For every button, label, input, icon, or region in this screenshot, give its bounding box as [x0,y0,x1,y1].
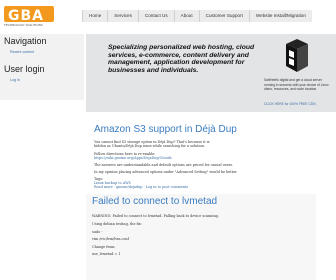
post-text: The answers are understandable and defau… [94,163,234,167]
linode-cube-icon [286,39,308,72]
hero-headline: Specializing personalized web hosting, c… [108,44,255,74]
logo-text: GBA [8,8,44,24]
login-block: User login Log in [0,60,84,100]
nav-home[interactable]: Home [82,10,108,22]
post-text: hidden as Ubuntu/Déjà Dup issue while se… [94,144,205,148]
recent-content-link[interactable]: Recent content [10,50,34,54]
post-text: WARNING: Failed to connect to lvmetad. F… [92,214,219,218]
post-footer-links[interactable]: Read more · gnome/dejadup · Log in to po… [94,185,188,189]
hero-banner: Specializing personalized web hosting, c… [86,34,336,112]
post-text: Using debian testing, the fix: [92,222,142,226]
post-text: In my opinion placing advanced options u… [94,170,238,174]
sidebar: Navigation Recent content User login Log… [0,34,84,280]
post-card: Failed to connect to lvmetad WARNING: Fa… [86,194,316,280]
logo-tagline: TECHNOLOGY SOLUTIONS [4,23,43,27]
post-text: Change from: [92,245,116,249]
nav-about[interactable]: About [173,10,199,22]
post-text: use_lvmetad = 1 [92,252,121,256]
top-bar: GBA TECHNOLOGY SOLUTIONS Home Services C… [0,0,336,32]
login-link[interactable]: Log in [10,78,20,82]
post-title[interactable]: Amazon S3 support in Déjà Dup [94,124,237,135]
free-cdn-link[interactable]: CLICK HERE for 100% FREE CDN [264,102,316,106]
post-text: vim /etc/lvm/lvm.conf [92,237,129,241]
main-nav: Home Services Contact Us About Customer … [82,10,312,22]
site-logo[interactable]: GBA TECHNOLOGY SOLUTIONS [4,6,76,28]
post-link[interactable]: https://wiki.gnome.org/Apps/DejaDup/Clou… [94,156,172,160]
navigation-heading: Navigation [4,36,47,46]
nav-website-install[interactable]: Website Install/Migration [248,10,312,22]
main-content: Amazon S3 support in Déjà Dup You cannot… [86,114,336,280]
nav-services[interactable]: Services [107,10,138,22]
hero-blurb: Saltfreeflo digital and get a cloud serv… [264,78,329,92]
login-heading: User login [4,64,45,74]
post-title[interactable]: Failed to connect to lvmetad [92,196,217,207]
nav-contact-us[interactable]: Contact Us [137,10,174,22]
nav-customer-support[interactable]: Customer Support [198,10,249,22]
post-text: sudo - [92,230,103,234]
hero-promo: Saltfreeflo digital and get a cloud serv… [262,36,336,112]
